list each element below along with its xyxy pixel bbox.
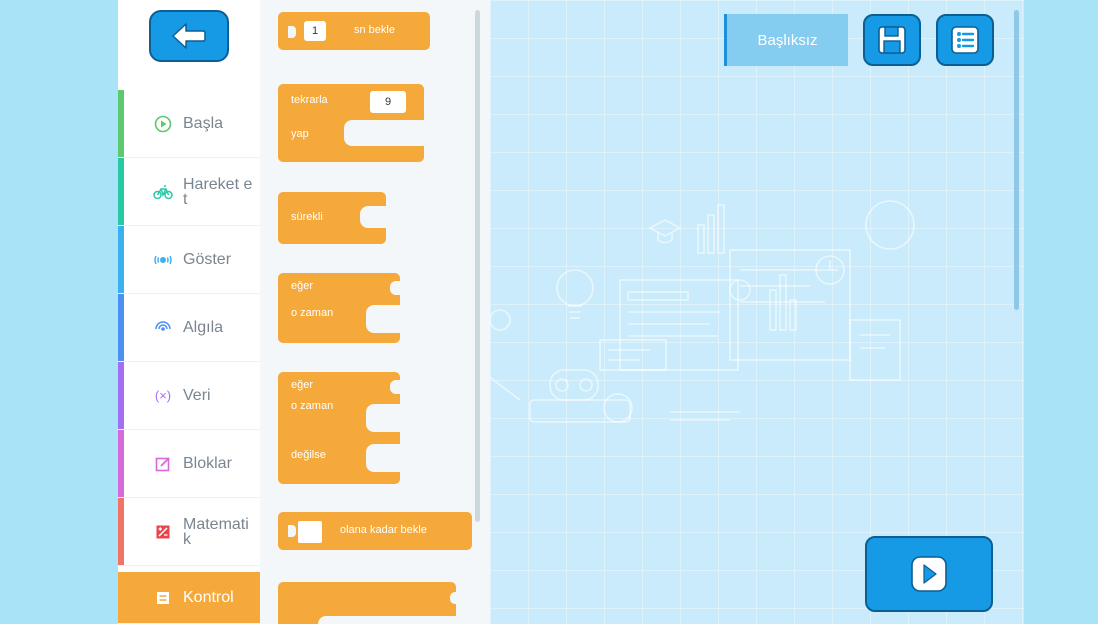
sidebar-item-bloklar[interactable]: Bloklar xyxy=(118,430,260,498)
sidebar-item-label: Göster xyxy=(183,251,232,268)
block-notch xyxy=(390,281,400,295)
palette-scrollbar[interactable] xyxy=(475,10,480,522)
play-circle-icon xyxy=(151,112,175,136)
sidebar-item-label: Veri xyxy=(183,387,211,404)
code-workspace[interactable] xyxy=(490,0,1024,624)
sidebar-item-veri[interactable]: (×) Veri xyxy=(118,362,260,430)
block-label: eğer xyxy=(291,280,314,292)
category-stripe xyxy=(118,158,124,225)
block-label: o zaman xyxy=(291,400,334,412)
block-label: eğer xyxy=(291,379,314,391)
list-icon xyxy=(951,26,979,54)
repeat-block[interactable]: tekrarla 9 yap xyxy=(278,84,424,162)
wait-seconds-input[interactable]: 1 xyxy=(304,21,326,41)
block-notch xyxy=(288,26,296,38)
block-label: değilse xyxy=(291,449,326,461)
block-mouth xyxy=(318,616,456,624)
block-label: tekrarla xyxy=(291,94,328,106)
project-title[interactable]: Başlıksız xyxy=(724,14,848,66)
run-button[interactable] xyxy=(865,536,993,612)
wait-seconds-block[interactable]: 1 sn bekle xyxy=(278,12,430,50)
if-then-block[interactable]: eğer o zaman xyxy=(278,273,400,343)
category-stripe xyxy=(118,294,124,361)
sidebar-item-label: Algıla xyxy=(183,319,224,336)
wait-until-block[interactable]: olana kadar bekle xyxy=(278,512,472,550)
block-palette: 1 sn bekle tekrarla 9 yap sürekli eğer o… xyxy=(260,0,490,624)
block-label: o zaman xyxy=(291,307,334,319)
category-stripe xyxy=(118,362,124,429)
edit-icon xyxy=(151,452,175,476)
sidebar-item-label: Bloklar xyxy=(183,455,232,472)
control-icon xyxy=(151,586,175,610)
block-mouth xyxy=(360,206,386,228)
block-mouth xyxy=(366,305,400,333)
app-window: Başla Hareket et Göster Algıla (×) Veri … xyxy=(118,0,1024,624)
workspace-scrollbar[interactable] xyxy=(1014,10,1019,310)
play-icon xyxy=(911,556,947,592)
light-icon xyxy=(151,248,175,272)
save-icon xyxy=(878,26,906,54)
category-stripe xyxy=(118,430,124,497)
repeat-count-input[interactable]: 9 xyxy=(370,91,406,113)
category-stripe xyxy=(118,90,124,157)
category-sidebar: Başla Hareket et Göster Algıla (×) Veri … xyxy=(118,0,260,624)
variable-icon: (×) xyxy=(154,388,172,403)
block-label: sn bekle xyxy=(354,24,395,36)
block-label: olana kadar bekle xyxy=(340,524,427,536)
sidebar-item-label: Başla xyxy=(183,115,224,132)
menu-button[interactable] xyxy=(936,14,994,66)
category-stripe xyxy=(118,498,124,565)
math-icon xyxy=(151,520,175,544)
condition-slot[interactable] xyxy=(298,521,322,543)
block-mouth xyxy=(366,444,400,472)
sidebar-item-label: Kontrol xyxy=(183,589,234,606)
category-stripe xyxy=(118,226,124,293)
block-label: sürekli xyxy=(291,211,323,223)
block-mouth xyxy=(344,120,424,146)
sidebar-item-goster[interactable]: Göster xyxy=(118,226,260,294)
forever-block[interactable]: sürekli xyxy=(278,192,386,244)
sidebar-item-label: Matematik xyxy=(183,515,249,548)
sidebar-item-basla[interactable]: Başla xyxy=(118,90,260,158)
block-notch xyxy=(450,592,456,604)
block-notch xyxy=(288,525,296,537)
block-notch xyxy=(390,380,400,394)
block-label: yap xyxy=(291,128,309,140)
arrow-left-icon xyxy=(172,23,206,49)
bike-icon xyxy=(151,180,175,204)
sensor-icon xyxy=(151,316,175,340)
workspace-illustration xyxy=(490,200,915,423)
block-mouth xyxy=(366,404,400,432)
partial-block[interactable] xyxy=(278,582,456,624)
save-button[interactable] xyxy=(863,14,921,66)
sidebar-item-label: Hareket et xyxy=(183,175,253,208)
sidebar-item-algila[interactable]: Algıla xyxy=(118,294,260,362)
sidebar-item-hareket[interactable]: Hareket et xyxy=(118,158,260,226)
sidebar-item-kontrol[interactable]: Kontrol xyxy=(118,572,260,624)
if-else-block[interactable]: eğer o zaman değilse xyxy=(278,372,400,484)
back-button[interactable] xyxy=(149,10,229,62)
sidebar-item-matematik[interactable]: Matematik xyxy=(118,498,260,566)
